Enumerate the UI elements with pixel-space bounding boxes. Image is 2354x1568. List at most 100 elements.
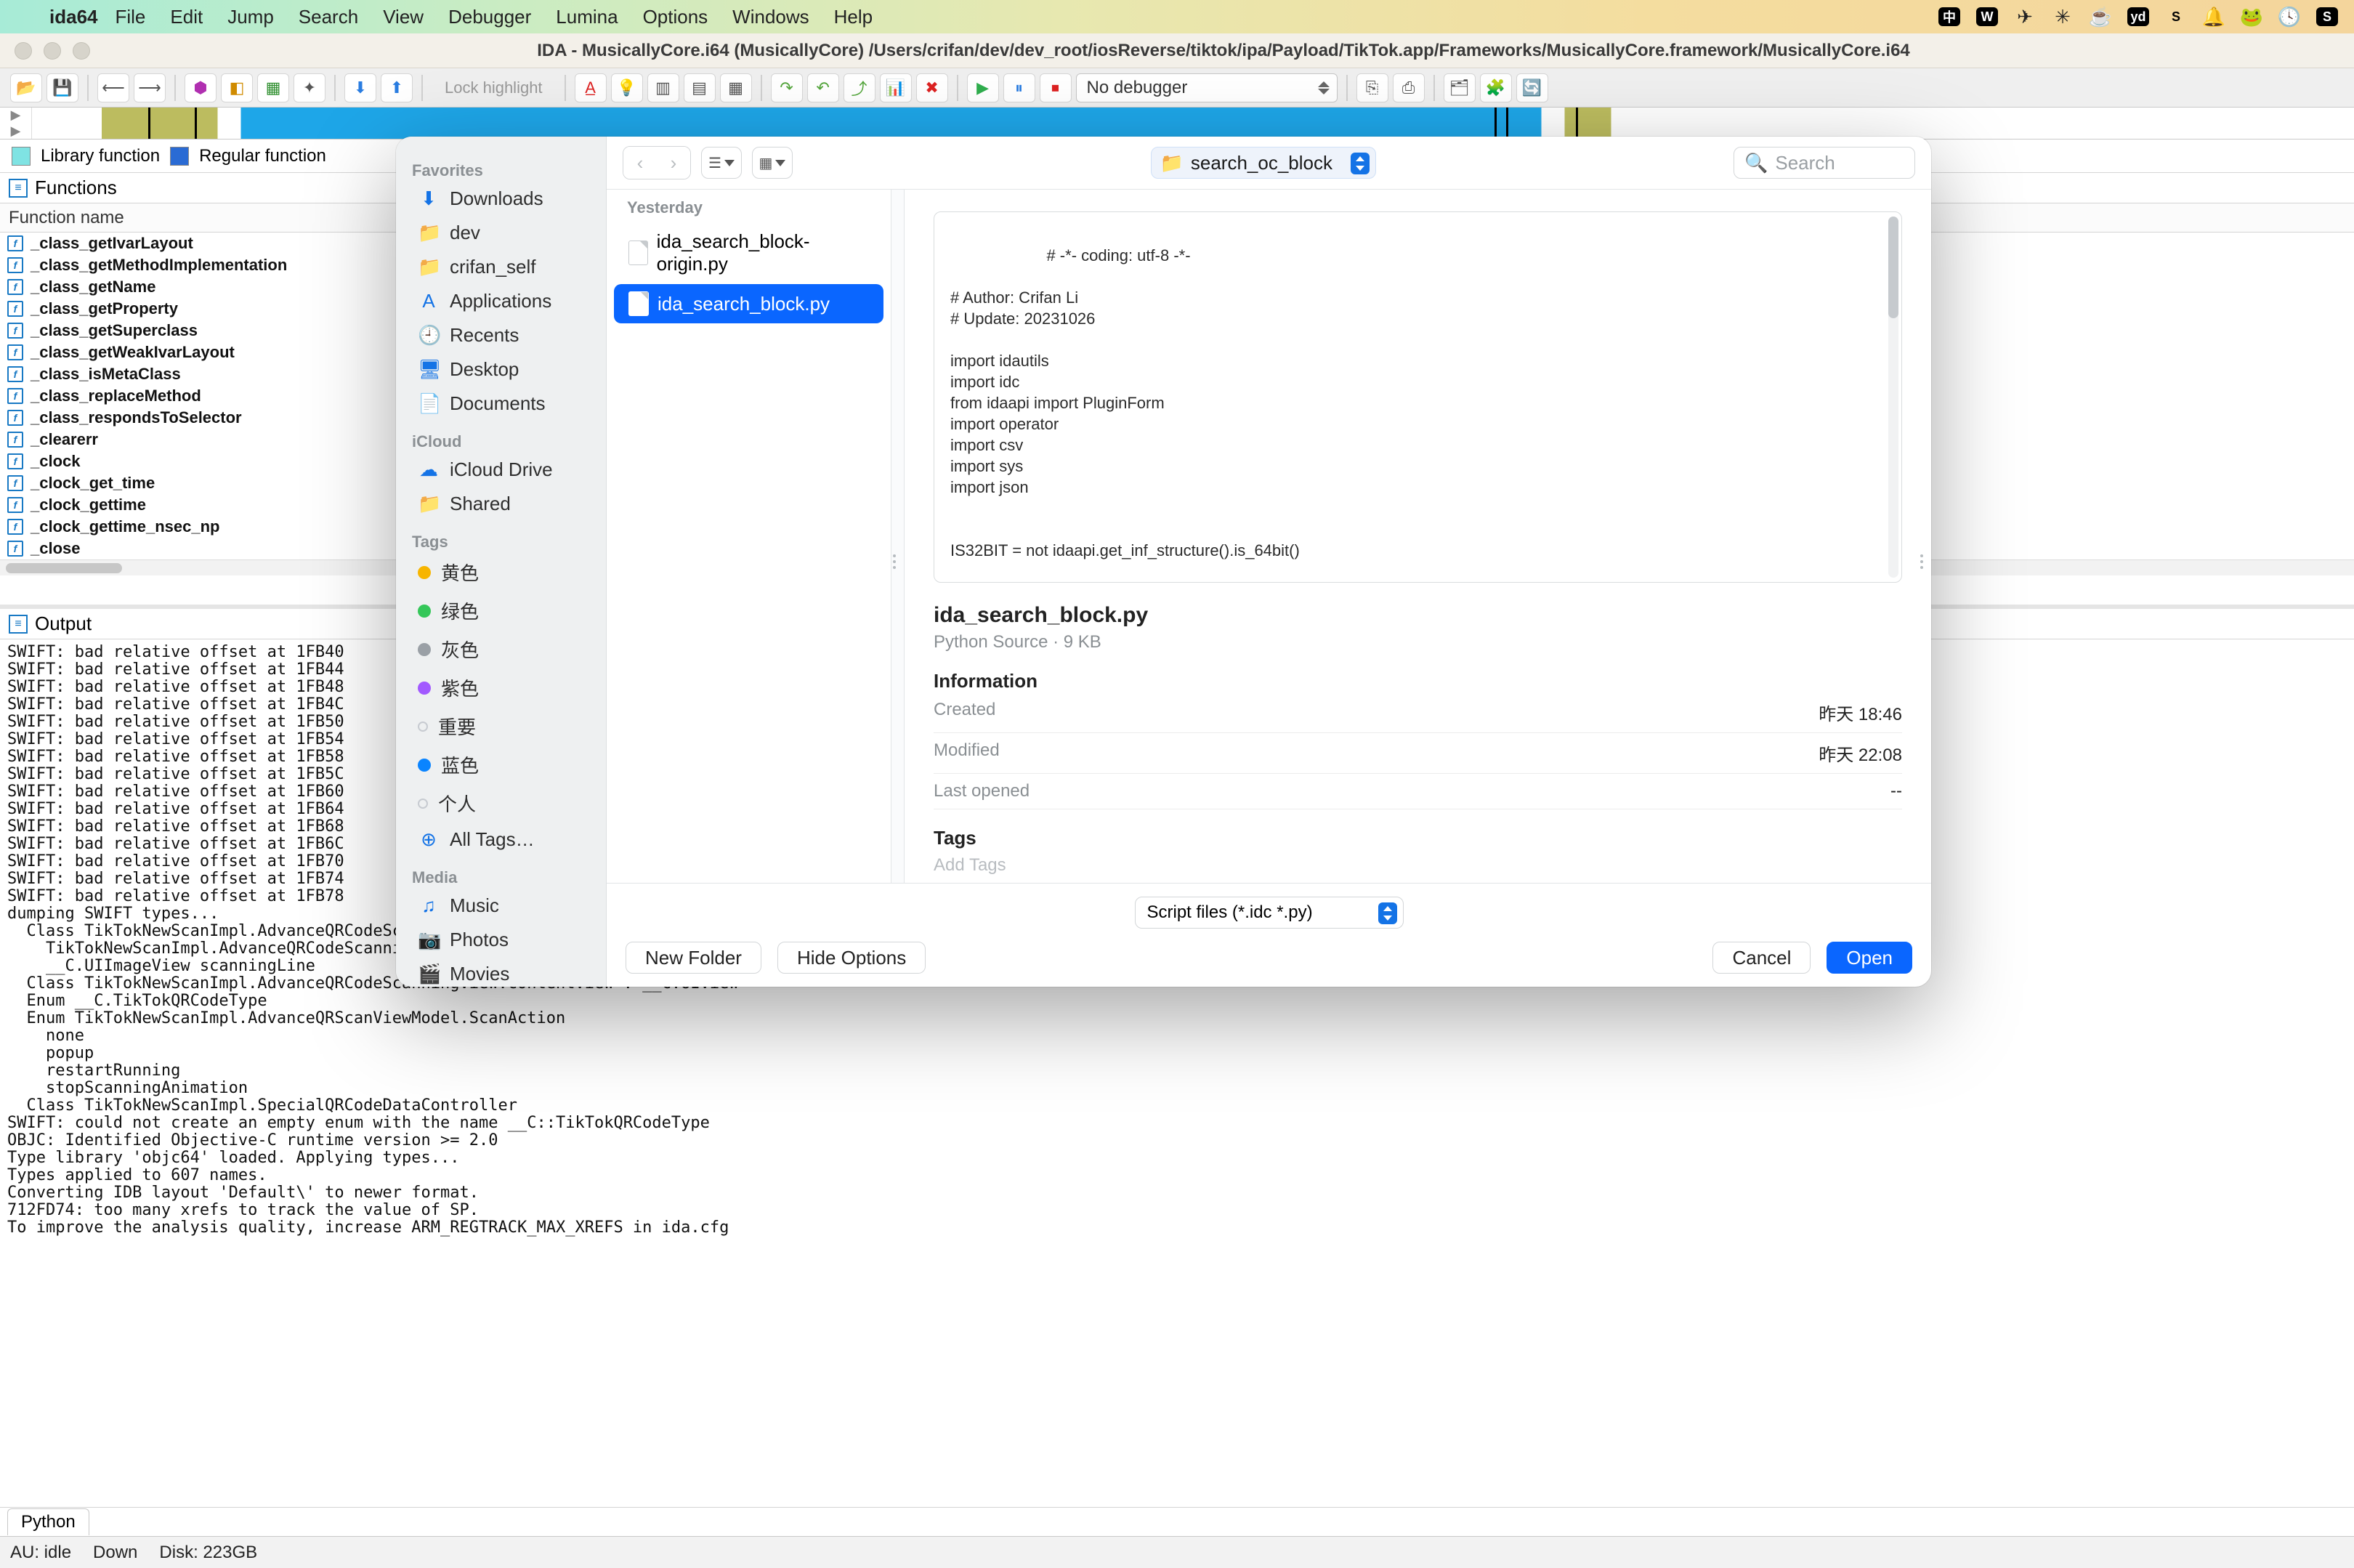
functions-icon: ≡	[9, 179, 28, 198]
tool-button[interactable]: ⎘	[1356, 73, 1388, 102]
menu-file[interactable]: File	[116, 6, 146, 28]
hide-options-button[interactable]: Hide Options	[777, 942, 926, 974]
tool-button[interactable]: ⎙	[1393, 73, 1425, 102]
sidebar-item[interactable]: 🎬Movies	[402, 957, 600, 987]
arrow-left-button[interactable]: ⟵	[97, 73, 129, 102]
code-preview[interactable]: # -*- coding: utf-8 -*- # Author: Crifan…	[934, 211, 1902, 583]
run-button[interactable]: ▶	[967, 73, 999, 102]
open-button[interactable]: Open	[1827, 942, 1912, 974]
file-row[interactable]: ida_search_block.py	[614, 284, 883, 323]
status-icon[interactable]: yd	[2124, 6, 2152, 28]
sidebar-item[interactable]: 📁dev	[402, 216, 600, 250]
new-folder-button[interactable]: New Folder	[626, 942, 761, 974]
sidebar-item[interactable]: 🕘Recents	[402, 318, 600, 352]
sidebar-item[interactable]: ♫Music	[402, 889, 600, 923]
close-button[interactable]: ✖	[916, 73, 948, 102]
step-button[interactable]: ⤴	[844, 73, 875, 102]
sidebar-item[interactable]: 绿色	[402, 591, 600, 630]
clock-icon[interactable]: 🕓	[2276, 6, 2303, 28]
tool-button[interactable]: ▥	[647, 73, 679, 102]
sidebar-item[interactable]: ☁iCloud Drive	[402, 453, 600, 487]
sidebar-item[interactable]: 灰色	[402, 630, 600, 668]
file-type-filter[interactable]: Script files (*.idc *.py)	[1135, 897, 1404, 929]
menu-edit[interactable]: Edit	[170, 6, 203, 28]
tool-button[interactable]: 🧩	[1480, 73, 1512, 102]
sidebar-item[interactable]: 黄色	[402, 553, 600, 591]
window-controls[interactable]	[15, 42, 90, 60]
sidebar-item-label: dev	[450, 222, 480, 244]
tab-python[interactable]: Python	[7, 1508, 89, 1535]
file-row[interactable]: ida_search_block-origin.py	[614, 223, 883, 283]
tool-button[interactable]: ⬢	[185, 73, 217, 102]
menu-view[interactable]: View	[383, 6, 424, 28]
text-tool-button[interactable]: A̲	[575, 73, 607, 102]
sidebar-item[interactable]: ⬇Downloads	[402, 182, 600, 216]
menu-search[interactable]: Search	[299, 6, 358, 28]
navigation-band[interactable]: ▶▶	[0, 108, 2354, 140]
tool-button[interactable]: 🗂	[1444, 73, 1476, 102]
tool-button[interactable]: ⬆	[381, 73, 413, 102]
frog-icon[interactable]: 🐸	[2238, 6, 2265, 28]
view-columns-button[interactable]: ☰	[701, 147, 742, 179]
tool-button[interactable]: 🔄	[1516, 73, 1548, 102]
sidebar-item-icon: 📁	[418, 493, 440, 515]
status-icon[interactable]: S	[2162, 6, 2190, 28]
location-popup[interactable]: 📁 search_oc_block	[1151, 147, 1376, 179]
open-file-button[interactable]: 📂	[10, 73, 42, 102]
debugger-select[interactable]: No debugger	[1076, 73, 1338, 102]
sidebar-item[interactable]: 📷Photos	[402, 923, 600, 957]
tool-button[interactable]: ▤	[684, 73, 716, 102]
telegram-icon[interactable]: ✈	[2011, 6, 2039, 28]
tool-button[interactable]: ✦	[294, 73, 325, 102]
status-icon[interactable]: W	[1973, 6, 2001, 28]
dialog-sidebar[interactable]: Favorites⬇Downloads📁dev📁crifan_selfAAppl…	[396, 137, 607, 987]
sidebar-item[interactable]: 紫色	[402, 668, 600, 707]
status-icon[interactable]: S	[2313, 6, 2341, 28]
menu-help[interactable]: Help	[834, 6, 873, 28]
menu-lumina[interactable]: Lumina	[556, 6, 618, 28]
step-button[interactable]: ↷	[771, 73, 803, 102]
column-resize-handle[interactable]	[1917, 533, 1927, 591]
menu-debugger[interactable]: Debugger	[448, 6, 531, 28]
sidebar-item[interactable]: 🖥Desktop	[402, 352, 600, 387]
tool-button[interactable]: ▦	[720, 73, 752, 102]
nav-arrows[interactable]: ▶▶	[0, 108, 32, 139]
sidebar-item[interactable]: 个人	[402, 784, 600, 823]
notifications-icon[interactable]: 🔔	[2200, 6, 2228, 28]
save-button[interactable]: 💾	[46, 73, 78, 102]
add-tags-field[interactable]: Add Tags	[934, 849, 1902, 876]
tool-button[interactable]: ⬇	[344, 73, 376, 102]
pause-button[interactable]: ⏸	[1003, 73, 1035, 102]
sidebar-item[interactable]: 📄Documents	[402, 387, 600, 421]
sidebar-item[interactable]: AApplications	[402, 284, 600, 318]
sidebar-item[interactable]: 重要	[402, 707, 600, 745]
menu-windows[interactable]: Windows	[732, 6, 809, 28]
app-name[interactable]: ida64	[49, 6, 98, 28]
back-button[interactable]: ‹	[623, 147, 657, 179]
status-icon[interactable]: 中	[1936, 6, 1963, 28]
cup-icon[interactable]: ☕	[2087, 6, 2114, 28]
forward-button[interactable]: ›	[657, 147, 690, 179]
column-resize-handle[interactable]	[889, 533, 899, 591]
sidebar-item[interactable]: 蓝色	[402, 745, 600, 784]
step-button[interactable]: ↶	[807, 73, 839, 102]
function-icon: f	[7, 257, 23, 273]
dialog-search[interactable]: 🔍 Search	[1734, 147, 1915, 179]
arrow-right-button[interactable]: ⟶	[134, 73, 166, 102]
tool-button[interactable]: ▦	[257, 73, 289, 102]
bulb-button[interactable]: 💡	[611, 73, 643, 102]
view-group-button[interactable]: ▦	[752, 147, 793, 179]
wechat-icon[interactable]: ✳	[2049, 6, 2076, 28]
ida-toolbar: 📂 💾 ⟵ ⟶ ⬢ ◧ ▦ ✦ ⬇ ⬆ Lock highlight A̲ 💡 …	[0, 68, 2354, 108]
stop-button[interactable]: ⏹	[1040, 73, 1072, 102]
file-list-column[interactable]: Yesterday ida_search_block-origin.pyida_…	[607, 190, 891, 883]
sidebar-item[interactable]: ⊕All Tags…	[402, 823, 600, 857]
menu-options[interactable]: Options	[643, 6, 708, 28]
sidebar-item[interactable]: 📁Shared	[402, 487, 600, 521]
sidebar-item[interactable]: 📁crifan_self	[402, 250, 600, 284]
cancel-button[interactable]: Cancel	[1712, 942, 1811, 974]
tool-button[interactable]: ◧	[221, 73, 253, 102]
chart-button[interactable]: 📊	[880, 73, 912, 102]
menu-jump[interactable]: Jump	[227, 6, 274, 28]
info-key: Last opened	[934, 781, 1030, 801]
